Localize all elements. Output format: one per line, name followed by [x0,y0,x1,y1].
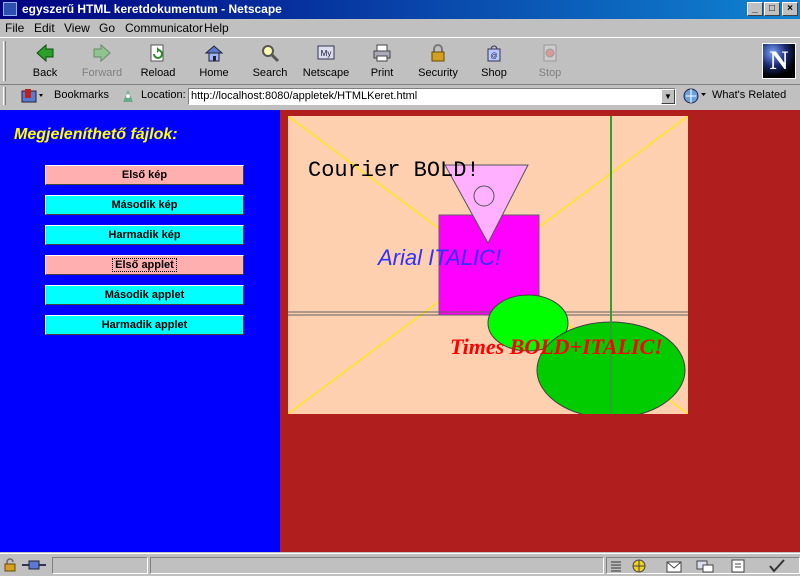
status-text [150,557,604,574]
home-icon [204,45,224,62]
discussion-icon[interactable] [695,558,715,574]
menu-bar: File Edit View Go Communicator Help [0,19,800,37]
security-status-icon[interactable] [2,557,18,573]
bookmarks-label[interactable]: Bookmarks [54,89,109,101]
navigation-toolbar: Back Forward Reload Home Search My Netsc… [0,37,800,85]
reload-icon [150,44,164,62]
right-frame: Courier BOLD! Arial ITALIC! Times BOLD+I… [280,110,800,552]
mail-icon[interactable] [665,558,685,574]
bookmarks-icon[interactable] [20,88,44,104]
security-button[interactable]: Security [411,40,465,82]
search-icon [262,45,280,63]
menu-communicator[interactable]: Communicator [125,19,203,37]
progress-bar [52,557,148,574]
applet-canvas[interactable]: Courier BOLD! Arial ITALIC! Times BOLD+I… [288,116,688,414]
netscape-logo-icon[interactable]: N [762,43,796,79]
url-input[interactable]: http://localhost:8080/appletek/HTMLKeret… [188,88,676,105]
window-title-bar: egyszerű HTML keretdokumentum - Netscape… [0,0,800,19]
forward-button[interactable]: Forward [75,40,129,82]
times-text: Times BOLD+ITALIC! [450,334,663,359]
url-dropdown-icon[interactable]: ▼ [661,89,675,104]
menu-help[interactable]: Help [204,19,229,37]
my-netscape-icon: My [317,45,335,60]
print-button[interactable]: Print [355,40,409,82]
checkmark-icon[interactable] [767,558,787,574]
menu-view[interactable]: View [64,19,90,37]
second-image-button[interactable]: Második kép [45,195,244,215]
close-icon[interactable]: × [782,2,798,16]
maximize-icon[interactable]: □ [764,2,780,16]
whats-related-icon[interactable] [682,87,708,105]
menu-file[interactable]: File [5,19,24,37]
third-applet-button[interactable]: Harmadik applet [45,315,244,335]
padlock-icon [431,44,445,62]
menu-edit[interactable]: Edit [34,19,55,37]
first-image-button[interactable]: Első kép [45,165,244,185]
small-circle [473,185,495,207]
search-button[interactable]: Search [243,40,297,82]
files-heading: Megjeleníthető fájlok: [14,126,178,143]
shop-icon: @ [487,45,501,62]
netscape-window-icon[interactable] [3,2,17,16]
svg-text:My: My [321,49,332,58]
second-applet-button[interactable]: Második applet [45,285,244,305]
back-arrow-icon [36,43,54,63]
svg-text:@: @ [490,53,497,60]
whats-related-label[interactable]: What's Related [712,89,786,101]
menu-go[interactable]: Go [99,19,115,37]
courier-text: Courier BOLD! [308,158,480,183]
component-bar [606,557,800,574]
location-page-icon[interactable] [120,88,136,104]
toolbar-grip[interactable] [3,41,6,81]
status-bar [0,553,800,576]
reload-button[interactable]: Reload [131,40,185,82]
arial-text: Arial ITALIC! [376,245,501,270]
netscape-button[interactable]: My Netscape [299,40,353,82]
third-image-button[interactable]: Harmadik kép [45,225,244,245]
left-frame: Megjeleníthető fájlok: Első kép Második … [0,110,280,552]
list-icon[interactable] [609,559,623,573]
stop-icon [543,44,557,62]
back-button[interactable]: Back [18,40,72,82]
home-button[interactable]: Home [187,40,241,82]
window-title: egyszerű HTML keretdokumentum - Netscape [22,2,282,16]
first-applet-button[interactable]: Első applet [45,255,244,275]
location-label: Location: [141,89,186,101]
stop-button[interactable]: Stop [523,40,577,82]
minimize-icon[interactable]: _ [747,2,763,16]
forward-arrow-icon [93,43,111,63]
printer-icon [373,44,391,62]
shop-button[interactable]: @ Shop [467,40,521,82]
location-grip[interactable] [3,87,6,105]
connection-icon[interactable] [20,557,48,573]
navigator-icon[interactable] [629,558,649,574]
composer-icon[interactable] [729,558,749,574]
